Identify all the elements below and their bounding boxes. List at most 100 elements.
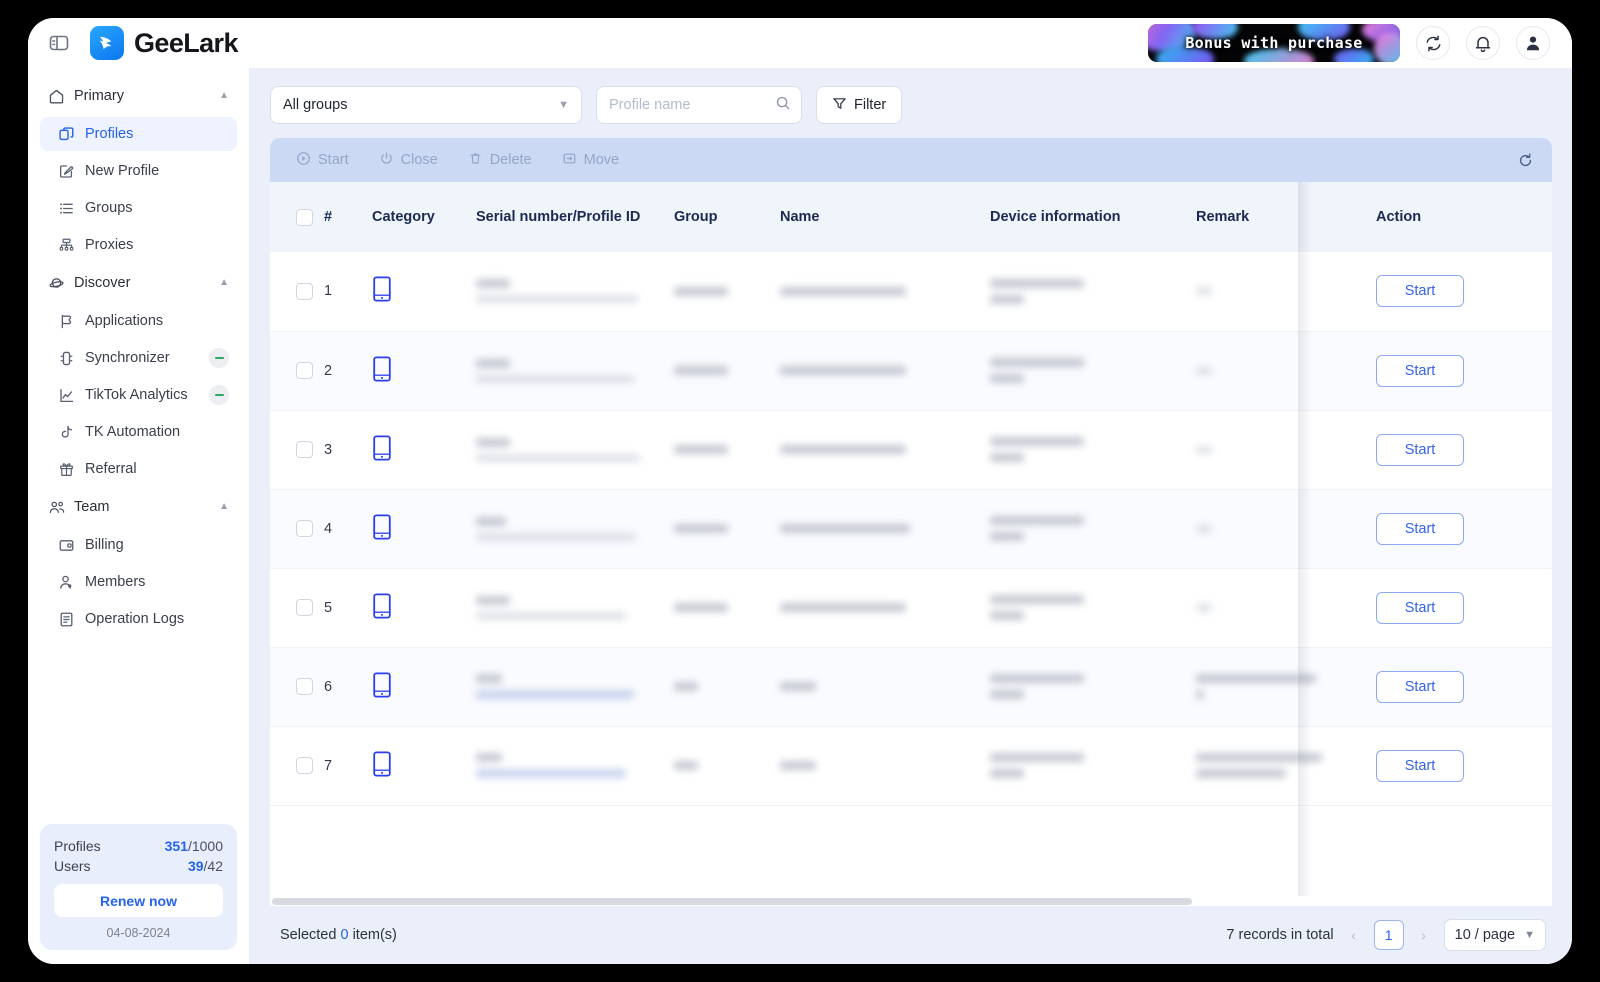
- sidebar-item-referral[interactable]: Referral: [40, 452, 237, 486]
- row-start-button[interactable]: Start: [1376, 433, 1464, 466]
- move-box-icon: [562, 151, 577, 170]
- sidebar-group-discover[interactable]: Discover ▲: [40, 265, 237, 301]
- horizontal-scrollbar-thumb[interactable]: [272, 897, 1193, 905]
- row-checkbox-cell[interactable]: [270, 647, 316, 727]
- sidebar-item-billing[interactable]: Billing: [40, 528, 237, 562]
- applications-icon: [58, 313, 82, 330]
- sidebar-item-proxies[interactable]: Proxies: [40, 228, 237, 262]
- sidebar-item-label: TikTok Analytics: [85, 387, 188, 403]
- panel-toggle-icon[interactable]: [44, 28, 74, 58]
- sidebar-item-profiles[interactable]: Profiles: [40, 117, 237, 151]
- table-row[interactable]: 5 Start: [270, 568, 1552, 648]
- search-input[interactable]: [609, 97, 775, 113]
- sidebar-item-operation-logs[interactable]: Operation Logs: [40, 602, 237, 636]
- row-name: [772, 568, 982, 648]
- row-checkbox[interactable]: [296, 520, 313, 537]
- member-user-icon: [58, 574, 82, 591]
- chevron-up-icon: ▲: [219, 501, 229, 512]
- phone-icon: [372, 750, 392, 781]
- row-checkbox-cell[interactable]: [270, 568, 316, 648]
- row-start-button[interactable]: Start: [1376, 275, 1464, 308]
- table-row[interactable]: 2 Start: [270, 331, 1552, 411]
- prev-page-button[interactable]: ‹: [1344, 927, 1364, 943]
- row-checkbox-cell[interactable]: [270, 726, 316, 806]
- table-row[interactable]: 1 Start: [270, 252, 1552, 332]
- row-checkbox[interactable]: [296, 599, 313, 616]
- row-checkbox[interactable]: [296, 678, 313, 695]
- sidebar-group-team[interactable]: Team ▲: [40, 489, 237, 525]
- page-number-1[interactable]: 1: [1373, 920, 1404, 950]
- header-select-all[interactable]: [270, 182, 316, 252]
- row-checkbox[interactable]: [296, 441, 313, 458]
- row-checkbox[interactable]: [296, 362, 313, 379]
- row-checkbox-cell[interactable]: [270, 331, 316, 411]
- sync-refresh-icon[interactable]: [1416, 26, 1450, 60]
- row-number: 1: [316, 252, 364, 332]
- row-group: [666, 726, 772, 806]
- quota-row-users: Users 39/42: [54, 858, 223, 874]
- search-box[interactable]: [596, 86, 802, 124]
- row-action: Start: [1368, 647, 1552, 727]
- top-bar: GeeLark Bonus with purchase: [28, 18, 1572, 68]
- bulk-delete-button[interactable]: Delete: [468, 151, 532, 170]
- table-row[interactable]: 6 Start: [270, 647, 1552, 727]
- sidebar-item-tk-automation[interactable]: TK Automation: [40, 415, 237, 449]
- select-all-checkbox[interactable]: [296, 208, 313, 226]
- table-scroll-area[interactable]: # Category Serial number/Profile ID Grou…: [270, 182, 1552, 896]
- row-checkbox-cell[interactable]: [270, 410, 316, 490]
- group-select[interactable]: All groups ▼: [270, 86, 582, 124]
- row-number: 2: [316, 331, 364, 411]
- table-row[interactable]: 7 Start: [270, 726, 1552, 806]
- user-avatar[interactable]: [1516, 26, 1550, 60]
- sidebar-item-members[interactable]: Members: [40, 565, 237, 599]
- synchronizer-icon: [58, 350, 82, 367]
- table-row[interactable]: 3 Start: [270, 410, 1552, 490]
- quota-card: Profiles 351/1000 Users 39/42 Renew now …: [40, 824, 237, 950]
- trash-icon: [468, 151, 483, 170]
- phone-icon: [372, 513, 392, 544]
- row-serial: [468, 331, 666, 411]
- chevron-down-icon: ▼: [558, 99, 569, 111]
- sidebar-item-label: Operation Logs: [85, 611, 185, 627]
- horizontal-scrollbar[interactable]: [270, 896, 1552, 906]
- notification-bell-icon[interactable]: [1466, 26, 1500, 60]
- promo-banner[interactable]: Bonus with purchase: [1148, 24, 1400, 62]
- proxies-network-icon: [58, 237, 82, 254]
- table-header-row: # Category Serial number/Profile ID Grou…: [270, 182, 1552, 252]
- row-category: [364, 252, 468, 332]
- table-row[interactable]: 4 Start: [270, 489, 1552, 569]
- next-page-button[interactable]: ›: [1414, 927, 1434, 943]
- bulk-move-button[interactable]: Move: [562, 151, 619, 170]
- row-start-button[interactable]: Start: [1376, 670, 1464, 703]
- bulk-close-button[interactable]: Close: [379, 151, 438, 170]
- row-start-button[interactable]: Start: [1376, 749, 1464, 782]
- row-checkbox[interactable]: [296, 282, 313, 300]
- row-start-button[interactable]: Start: [1376, 591, 1464, 624]
- renew-now-button[interactable]: Renew now: [54, 884, 223, 917]
- sidebar-item-groups[interactable]: Groups: [40, 191, 237, 225]
- discover-planet-icon: [48, 275, 70, 292]
- page-size-select[interactable]: 10 / page ▼: [1443, 919, 1546, 951]
- row-serial: [468, 568, 666, 648]
- row-number: 4: [316, 489, 364, 569]
- sidebar-group-primary[interactable]: Primary ▲: [40, 78, 237, 114]
- row-start-button[interactable]: Start: [1376, 512, 1464, 545]
- bulk-start-button[interactable]: Start: [296, 151, 349, 170]
- bulk-action-bar: Start Close Delete Move: [270, 138, 1552, 182]
- bulk-action-label: Close: [400, 152, 438, 168]
- row-remark: [1188, 331, 1368, 411]
- table-refresh-icon[interactable]: [1517, 152, 1534, 169]
- sidebar-item-tiktok-analytics[interactable]: TikTok Analytics: [40, 378, 237, 412]
- row-checkbox-cell[interactable]: [270, 489, 316, 569]
- row-action: Start: [1368, 568, 1552, 648]
- row-start-button[interactable]: Start: [1376, 354, 1464, 387]
- chevron-up-icon: ▲: [219, 277, 229, 288]
- row-checkbox-cell[interactable]: [270, 252, 316, 332]
- sidebar-item-synchronizer[interactable]: Synchronizer: [40, 341, 237, 375]
- header-action: Action: [1368, 182, 1552, 252]
- filter-button[interactable]: Filter: [816, 86, 903, 124]
- sidebar-item-applications[interactable]: Applications: [40, 304, 237, 338]
- row-checkbox[interactable]: [296, 757, 313, 774]
- sidebar-item-new-profile[interactable]: New Profile: [40, 154, 237, 188]
- row-category: [364, 568, 468, 648]
